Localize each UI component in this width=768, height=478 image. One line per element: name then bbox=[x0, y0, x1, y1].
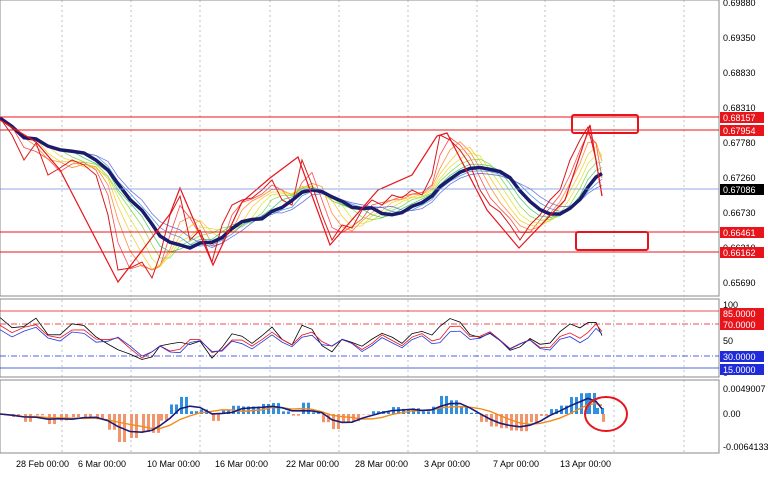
price-tag-3: 0.66461 bbox=[720, 227, 764, 238]
macd-histogram-bar bbox=[287, 411, 290, 414]
price-tick: 0.68310 bbox=[723, 103, 756, 113]
macd-histogram-bar bbox=[602, 414, 605, 422]
time-label: 7 Apr 00:00 bbox=[493, 459, 539, 469]
macd-histogram-bar bbox=[36, 414, 39, 416]
price-tick: 0.69350 bbox=[723, 33, 756, 43]
rsi-tag-30: 30.0000 bbox=[720, 351, 764, 362]
macd-tick: 0.00 bbox=[723, 409, 741, 419]
macd-histogram-bar bbox=[24, 414, 27, 422]
price-tag-0: 0.68157 bbox=[720, 112, 764, 123]
macd-histogram-bar bbox=[272, 403, 275, 414]
macd-axis: 0.0049007 0.00 -0.0064133 bbox=[723, 384, 768, 452]
macd-histogram-bar bbox=[142, 414, 145, 433]
rsi-tag-text: 70.0000 bbox=[723, 320, 756, 330]
macd-histogram-bar bbox=[242, 406, 245, 414]
macd-histogram-bar bbox=[77, 414, 80, 418]
rsi-tick: 50 bbox=[723, 336, 733, 346]
macd-histogram-bar bbox=[130, 414, 133, 438]
price-tag-4: 0.66162 bbox=[720, 247, 764, 258]
macd-histogram-bar bbox=[170, 404, 173, 414]
time-label: 3 Apr 00:00 bbox=[424, 459, 470, 469]
macd-histogram-bar bbox=[525, 414, 528, 432]
macd-histogram-bar bbox=[422, 411, 425, 414]
macd-histogram-bar bbox=[495, 414, 498, 427]
macd-histogram-bar bbox=[342, 414, 345, 423]
macd-histogram-bar bbox=[550, 409, 553, 414]
time-label: 13 Apr 00:00 bbox=[560, 459, 611, 469]
macd-histogram-bar bbox=[157, 414, 160, 433]
macd-tick: -0.0064133 bbox=[723, 442, 768, 452]
macd-histogram-bar bbox=[362, 414, 365, 415]
time-label: 6 Mar 00:00 bbox=[78, 459, 126, 469]
time-label: 16 Mar 00:00 bbox=[215, 459, 268, 469]
price-axis: 0.69880 0.69350 0.68830 0.68310 0.67780 … bbox=[723, 0, 756, 288]
price-tick: 0.68830 bbox=[723, 68, 756, 78]
macd-histogram-bar bbox=[505, 414, 508, 429]
time-label: 28 Feb 00:00 bbox=[16, 459, 69, 469]
macd-histogram-bar bbox=[160, 414, 163, 421]
macd-histogram-bar bbox=[372, 411, 375, 414]
macd-histogram-bar bbox=[297, 414, 300, 416]
macd-histogram-bar bbox=[470, 412, 473, 414]
price-tag-1: 0.67954 bbox=[720, 125, 764, 136]
rsi-tag-85: 85.0000 bbox=[720, 308, 764, 319]
macd-histogram-bar bbox=[580, 393, 583, 414]
price-tick: 0.67780 bbox=[723, 138, 756, 148]
macd-histogram-bar bbox=[217, 414, 220, 421]
time-label: 28 Mar 00:00 bbox=[355, 459, 408, 469]
time-label: 10 Mar 00:00 bbox=[147, 459, 200, 469]
rsi-tag-text: 15.0000 bbox=[723, 365, 756, 375]
price-tag-text: 0.66461 bbox=[723, 228, 756, 238]
price-tick: 0.67260 bbox=[723, 173, 756, 183]
macd-histogram-bar bbox=[190, 411, 193, 414]
macd-tick: 0.0049007 bbox=[723, 384, 766, 394]
price-tick: 0.69880 bbox=[723, 0, 756, 8]
price-tag-current: 0.67086 bbox=[720, 184, 764, 195]
macd-histogram-bar bbox=[292, 414, 295, 416]
macd-histogram-bar bbox=[596, 408, 599, 414]
macd-histogram-bar bbox=[277, 403, 280, 414]
macd-histogram-bar bbox=[41, 414, 44, 416]
rsi-tag-70: 70.0000 bbox=[720, 319, 764, 330]
macd-histogram-bar bbox=[212, 414, 215, 421]
macd-histogram-bar bbox=[545, 414, 548, 416]
macd-histogram-bar bbox=[312, 412, 315, 414]
macd-histogram-bar bbox=[72, 414, 75, 418]
chart-canvas[interactable]: 0.69880 0.69350 0.68830 0.68310 0.67780 … bbox=[0, 0, 768, 473]
macd-histogram-bar bbox=[147, 414, 150, 433]
rsi-tag-15: 15.0000 bbox=[720, 364, 764, 375]
price-tick: 0.65690 bbox=[723, 278, 756, 288]
price-tag-text: 0.66162 bbox=[723, 248, 756, 258]
rsi-tag-text: 30.0000 bbox=[723, 352, 756, 362]
rsi-tag-text: 85.0000 bbox=[723, 309, 756, 319]
macd-histogram-bar bbox=[180, 396, 183, 414]
price-tag-text: 0.67086 bbox=[723, 185, 756, 195]
macd-histogram-bar bbox=[530, 414, 533, 423]
macd-histogram-bar bbox=[540, 414, 543, 416]
macd-histogram-bar bbox=[510, 414, 513, 431]
macd-histogram-bar bbox=[535, 414, 538, 423]
macd-histogram-bar bbox=[185, 396, 188, 414]
time-axis: 28 Feb 00:00 6 Mar 00:00 10 Mar 00:00 16… bbox=[16, 459, 611, 469]
macd-histogram-bar bbox=[367, 414, 370, 415]
macd-histogram-bar bbox=[347, 414, 350, 423]
time-label: 22 Mar 00:00 bbox=[286, 459, 339, 469]
macd-histogram-bar bbox=[427, 411, 430, 414]
price-tag-text: 0.68157 bbox=[723, 113, 756, 123]
price-tick: 0.66730 bbox=[723, 208, 756, 218]
price-tag-text: 0.67954 bbox=[723, 126, 756, 136]
trading-chart-window: 0.69880 0.69350 0.68830 0.68310 0.67780 … bbox=[0, 0, 768, 473]
macd-histogram-bar bbox=[282, 411, 285, 414]
